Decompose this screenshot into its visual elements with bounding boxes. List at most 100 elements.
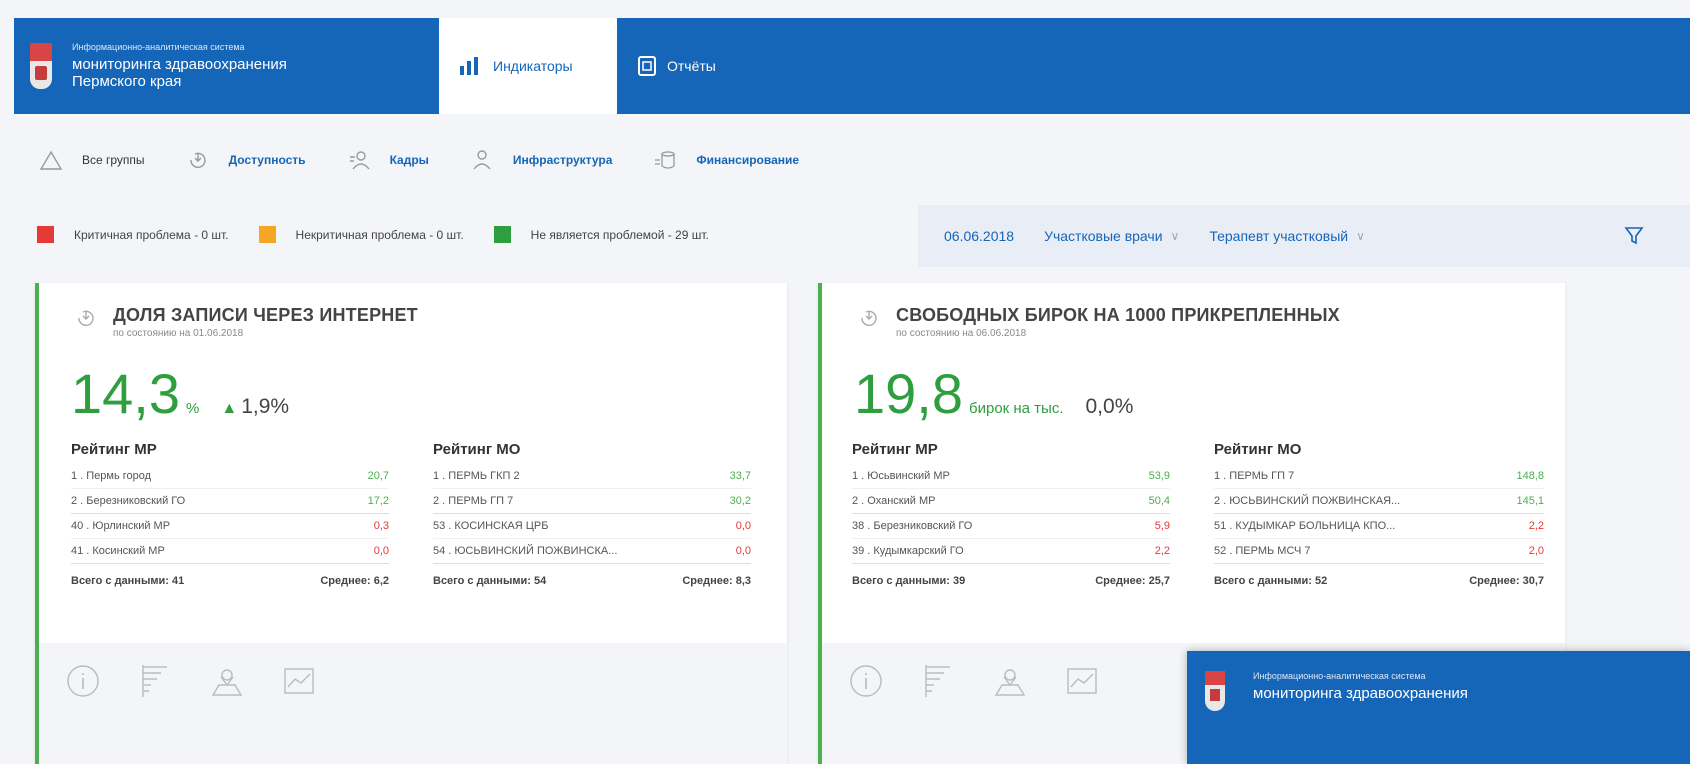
arrow-up-icon: ▲	[221, 400, 238, 417]
infrastructure-icon	[471, 149, 493, 171]
total-count: Всего с данными: 41	[71, 575, 185, 587]
rating-mr: Рейтинг МР 1 . Пермь город 20,7 2 . Берез…	[71, 441, 389, 598]
specialty-filter[interactable]: Терапевт участковый ∨	[1209, 228, 1365, 244]
row-value: 0,3	[373, 520, 389, 532]
indicator-value: 19,8	[854, 362, 963, 425]
legend-ok: Не является проблемой - 29 шт.	[493, 226, 709, 243]
warning-triangle-icon	[40, 150, 62, 170]
legend-critical: Критичная проблема - 0 шт.	[37, 226, 229, 243]
row-name: 39 . Кудымкарский ГО	[852, 545, 964, 557]
category-filter[interactable]: Участковые врачи ∨	[1044, 228, 1179, 244]
group-infrastructure-label: Инфраструктура	[512, 153, 613, 167]
group-staff[interactable]: Кадры	[348, 149, 429, 171]
table-row[interactable]: 41 . Косинский МР 0,0	[71, 539, 389, 564]
brand-subtitle: Информационно-аналитическая система	[72, 42, 245, 52]
row-name: 51 . КУДЫМКАР БОЛЬНИЦА КПО...	[1214, 520, 1396, 532]
top-header: Информационно-аналитическая система мони…	[14, 18, 1690, 114]
table-row[interactable]: 1 . Пермь город 20,7	[71, 464, 389, 489]
row-name: 2 . Березниковский ГО	[71, 495, 186, 507]
legend-noncritical-label: Некритичная проблема - 0 шт.	[295, 227, 464, 242]
ranking-bars-icon[interactable]	[137, 663, 173, 704]
brand-line2: Пермского края	[72, 73, 182, 90]
table-row[interactable]: 2 . Березниковский ГО 17,2	[71, 489, 389, 514]
row-value: 145,1	[1516, 495, 1544, 507]
table-row[interactable]: 52 . ПЕРМЬ МСЧ 7 2,0	[1214, 539, 1544, 564]
row-name: 1 . ПЕРМЬ ГКП 2	[433, 470, 520, 482]
indicator-card-online-booking[interactable]: ДОЛЯ ЗАПИСИ ЧЕРЕЗ ИНТЕРНЕТ по состоянию …	[35, 283, 787, 764]
rating-mo-heading: Рейтинг МО	[1214, 441, 1302, 458]
line-chart-icon[interactable]	[281, 663, 317, 704]
tab-indicators-label: Индикаторы	[493, 58, 573, 74]
group-accessibility[interactable]: Доступность	[187, 149, 306, 171]
ranking-bars-icon[interactable]	[920, 663, 956, 704]
table-row[interactable]: 1 . ПЕРМЬ ГКП 2 33,7	[433, 464, 751, 489]
legend-ok-label: Не является проблемой - 29 шт.	[530, 227, 709, 242]
table-row[interactable]: 53 . КОСИНСКАЯ ЦРБ 0,0	[433, 514, 751, 539]
date-filter-value: 06.06.2018	[944, 228, 1015, 244]
table-row[interactable]: 54 . ЮСЬВИНСКИЙ ПОЖВИНСКА... 0,0	[433, 539, 751, 564]
map-pin-icon[interactable]	[209, 663, 245, 704]
rating-mr-heading: Рейтинг МР	[71, 441, 157, 458]
card-asof-date: по состоянию на 06.06.2018	[896, 328, 1027, 339]
row-name: 1 . Юсьвинский МР	[852, 470, 950, 482]
row-name: 40 . Юрлинский МР	[71, 520, 171, 532]
map-pin-icon[interactable]	[992, 663, 1028, 704]
status-legend: Критичная проблема - 0 шт. Некритичная п…	[37, 226, 739, 243]
legend-ok-swatch	[493, 226, 511, 243]
staff-icon	[348, 149, 370, 171]
date-filter[interactable]: 06.06.2018	[944, 228, 1014, 244]
perm-crest-logo	[1205, 671, 1225, 711]
row-value: 30,2	[729, 495, 751, 507]
average: Среднее: 6,2	[320, 575, 389, 587]
row-value: 0,0	[373, 545, 389, 557]
tab-reports[interactable]: Отчёты	[617, 18, 736, 114]
tab-indicators[interactable]: Индикаторы	[439, 18, 617, 114]
rating-mr: Рейтинг МР 1 . Юсьвинский МР 53,9 2 . Оха…	[852, 441, 1170, 598]
chevron-down-icon: ∨	[1356, 229, 1365, 243]
brand[interactable]: Информационно-аналитическая система мони…	[14, 18, 439, 114]
table-row[interactable]: 2 . ПЕРМЬ ГП 7 30,2	[433, 489, 751, 514]
table-row[interactable]: 51 . КУДЫМКАР БОЛЬНИЦА КПО... 2,2	[1214, 514, 1544, 539]
info-icon[interactable]	[848, 663, 884, 704]
line-chart-icon[interactable]	[1064, 663, 1100, 704]
tab-reports-label: Отчёты	[667, 58, 716, 74]
chevron-down-icon: ∨	[1170, 229, 1180, 243]
specialty-filter-value: Терапевт участковый	[1209, 228, 1349, 244]
row-name: 54 . ЮСЬВИНСКИЙ ПОЖВИНСКА...	[433, 545, 618, 557]
group-accessibility-label: Доступность	[228, 153, 306, 167]
row-name: 41 . Косинский МР	[71, 545, 165, 557]
table-row[interactable]: 2 . Оханский МР 50,4	[852, 489, 1170, 514]
total-count: Всего с данными: 54	[433, 575, 547, 587]
row-value: 0,0	[735, 520, 751, 532]
preview-title: мониторинга здравоохранения	[1253, 685, 1468, 702]
card-actions	[65, 663, 353, 704]
table-row[interactable]: 40 . Юрлинский МР 0,3	[71, 514, 389, 539]
row-name: 2 . ЮСЬВИНСКИЙ ПОЖВИНСКАЯ...	[1214, 495, 1401, 507]
rating-mo: Рейтинг МО 1 . ПЕРМЬ ГП 7 148,8 2 . ЮСЬВИ…	[1214, 441, 1544, 598]
group-infrastructure[interactable]: Инфраструктура	[471, 149, 612, 171]
group-finance-label: Финансирование	[696, 153, 800, 167]
row-value: 20,7	[367, 470, 389, 482]
indicator-delta: 0,0%	[1086, 395, 1134, 419]
group-all[interactable]: Все группы	[40, 150, 145, 170]
average: Среднее: 30,7	[1469, 575, 1544, 587]
table-row[interactable]: 1 . Юсьвинский МР 53,9	[852, 464, 1170, 489]
group-finance[interactable]: Финансирование	[654, 149, 799, 171]
average: Среднее: 25,7	[1095, 575, 1170, 587]
table-row[interactable]: 2 . ЮСЬВИНСКИЙ ПОЖВИНСКАЯ... 145,1	[1214, 489, 1544, 514]
rating-mo: Рейтинг МО 1 . ПЕРМЬ ГКП 2 33,7 2 . ПЕРМЬ…	[433, 441, 751, 598]
filter-funnel-icon[interactable]	[1624, 225, 1644, 248]
table-row[interactable]: 39 . Кудымкарский ГО 2,2	[852, 539, 1170, 564]
table-row[interactable]: 1 . ПЕРМЬ ГП 7 148,8	[1214, 464, 1544, 489]
filter-bar: 06.06.2018 Участковые врачи ∨ Терапевт уч…	[918, 205, 1690, 267]
table-row[interactable]: 38 . Березниковский ГО 5,9	[852, 514, 1170, 539]
indicator-delta-value: 0,0%	[1085, 395, 1134, 418]
info-icon[interactable]	[65, 663, 101, 704]
row-value: 2,2	[1154, 545, 1170, 557]
accessibility-icon	[858, 307, 880, 334]
indicator-groups: Все группы Доступность Кадры Инфраструкт…	[40, 135, 841, 185]
perm-crest-logo	[30, 43, 52, 89]
indicator-unit: бирок на тыс.	[969, 400, 1064, 417]
row-value: 2,2	[1528, 520, 1544, 532]
report-icon	[637, 55, 657, 77]
